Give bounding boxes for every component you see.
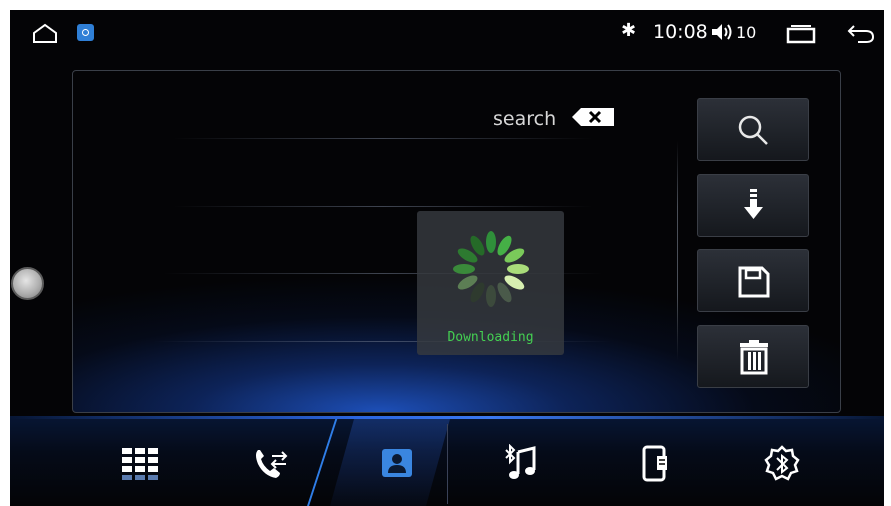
nav-call-log[interactable] — [240, 436, 300, 496]
loading-spinner-icon — [453, 231, 529, 307]
list-divider — [173, 138, 593, 139]
search-field[interactable]: search — [493, 108, 556, 130]
dialpad-icon — [122, 448, 158, 480]
device-icon — [642, 445, 667, 482]
call-log-icon — [256, 450, 288, 478]
nav-divider — [447, 424, 448, 504]
bluetooth-icon: ✱ — [621, 20, 637, 41]
delete-button[interactable] — [697, 325, 809, 388]
volume-icon[interactable] — [710, 20, 736, 44]
loading-dialog: Downloading — [417, 211, 564, 355]
bluetooth-music-icon — [505, 444, 536, 479]
status-bar: ✱ 10:08 10 — [10, 10, 884, 58]
nav-bluetooth-music[interactable] — [490, 436, 550, 496]
contacts-icon — [382, 449, 412, 477]
nav-contacts[interactable] — [367, 436, 427, 496]
app-badge-icon[interactable] — [77, 24, 94, 41]
clock: 10:08 — [653, 21, 708, 43]
delete-icon — [740, 340, 768, 375]
active-tab-indicator — [306, 419, 338, 506]
panel-divider — [677, 141, 678, 361]
backspace-icon[interactable] — [570, 107, 616, 127]
download-icon — [744, 189, 763, 219]
nav-dialpad[interactable] — [110, 436, 170, 496]
list-divider — [173, 206, 593, 207]
save-button[interactable] — [697, 249, 809, 312]
nav-bluetooth-settings[interactable] — [752, 436, 812, 496]
save-icon — [738, 266, 770, 298]
loading-label: Downloading — [447, 330, 534, 345]
bottom-nav — [10, 416, 884, 506]
search-icon — [738, 115, 768, 145]
recent-apps-icon[interactable] — [786, 24, 816, 44]
head-unit-screen: ✱ 10:08 10 search Downloading — [10, 10, 884, 506]
home-icon[interactable] — [32, 22, 58, 44]
search-button[interactable] — [697, 98, 809, 161]
volume-level: 10 — [736, 23, 757, 42]
download-button[interactable] — [697, 174, 809, 237]
nav-device[interactable] — [625, 436, 685, 496]
bluetooth-settings-icon — [764, 445, 800, 481]
floating-assist-button[interactable] — [11, 267, 44, 300]
back-icon[interactable] — [846, 21, 876, 45]
